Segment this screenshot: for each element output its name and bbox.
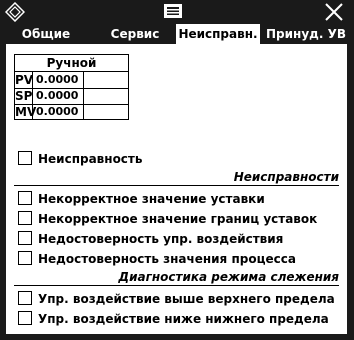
- tracking-section-header: Диагностика режима слежения: [14, 269, 339, 286]
- table-row: MV 0.0000: [15, 104, 128, 120]
- checkbox-label: Некорректное значение уставки: [38, 192, 265, 206]
- fault-item-mv-unreliable[interactable]: Недостоверность упр. воздействия: [18, 230, 338, 248]
- faults-section-title: Неисправности: [233, 170, 339, 184]
- sp-label: SP: [15, 88, 33, 104]
- pv-value: 0.0000: [33, 72, 84, 88]
- checkbox[interactable]: [18, 251, 32, 265]
- checkbox-label: Упр. воздействие ниже нижнего предела: [38, 312, 329, 326]
- tab-general[interactable]: Общие: [14, 24, 78, 44]
- menu-icon[interactable]: [164, 4, 182, 18]
- fault-checkbox-row[interactable]: Неисправность: [18, 150, 338, 168]
- checkbox[interactable]: [18, 211, 32, 225]
- pv-empty-cell: [84, 72, 128, 88]
- mv-value: 0.0000: [33, 104, 84, 120]
- checkbox[interactable]: [18, 311, 32, 325]
- sp-value: 0.0000: [33, 88, 84, 104]
- tracking-item-mv-above-high[interactable]: Упр. воздействие выше верхнего предела: [18, 290, 338, 308]
- faults-section-header: Неисправности: [14, 169, 339, 186]
- title-bar: [0, 0, 354, 24]
- tracking-section-title: Диагностика режима слежения: [118, 270, 339, 284]
- checkbox-label: Некорректное значение границ уставок: [38, 212, 318, 226]
- diamond-icon[interactable]: [5, 2, 25, 22]
- table-row: PV 0.0000: [15, 72, 128, 89]
- tracking-item-mv-below-low[interactable]: Упр. воздействие ниже нижнего предела: [18, 310, 338, 328]
- fault-checkbox[interactable]: [18, 151, 32, 165]
- pv-label: PV: [15, 72, 34, 88]
- checkbox[interactable]: [18, 231, 32, 245]
- sp-empty-cell: [84, 88, 128, 104]
- table-row: SP 0.0000: [15, 88, 128, 105]
- faceplate-window: Общие Сервис Неисправн. Принуд. УВ Ручно…: [0, 0, 354, 340]
- fault-item-setpoint-invalid[interactable]: Некорректное значение уставки: [18, 190, 338, 208]
- fault-checkbox-label: Неисправность: [38, 152, 143, 166]
- faults-panel: Ручной PV 0.0000 SP 0.0000 MV 0.0000 Неи…: [6, 44, 347, 334]
- tab-service[interactable]: Сервис: [100, 24, 170, 44]
- checkbox-label: Упр. воздействие выше верхнего предела: [38, 292, 335, 306]
- checkbox-label: Недостоверность значения процесса: [38, 252, 296, 266]
- fault-item-pv-unreliable[interactable]: Недостоверность значения процесса: [18, 250, 338, 268]
- fault-item-setpoint-limits-invalid[interactable]: Некорректное значение границ уставок: [18, 210, 338, 228]
- tab-bar: Общие Сервис Неисправн. Принуд. УВ: [0, 24, 354, 46]
- tab-faults[interactable]: Неисправн.: [176, 24, 260, 46]
- checkbox[interactable]: [18, 191, 32, 205]
- mv-label: MV: [15, 104, 37, 120]
- checkbox[interactable]: [18, 291, 32, 305]
- checkbox-label: Недостоверность упр. воздействия: [38, 232, 284, 246]
- mv-empty-cell: [84, 104, 128, 120]
- manual-table-title: Ручной: [15, 55, 128, 72]
- close-icon[interactable]: [323, 1, 345, 23]
- manual-table: Ручной PV 0.0000 SP 0.0000 MV 0.0000: [14, 54, 129, 120]
- tab-forced-mv[interactable]: Принуд. УВ: [264, 24, 348, 44]
